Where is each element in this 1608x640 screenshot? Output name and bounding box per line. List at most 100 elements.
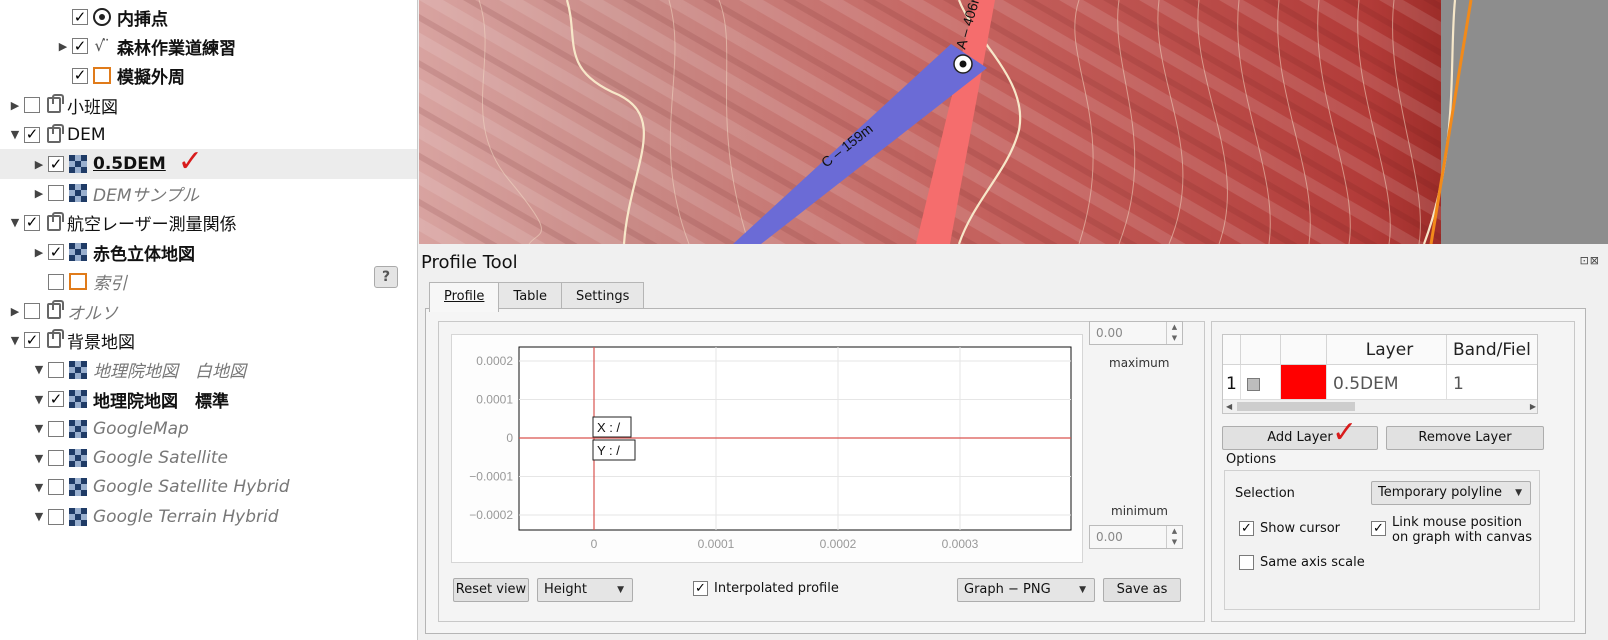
raster-layer-icon <box>69 507 87 526</box>
collapse-arrow-icon[interactable]: ▼ <box>8 128 22 141</box>
layer-visibility-checkbox[interactable] <box>24 303 40 319</box>
collapse-arrow-icon[interactable]: ▼ <box>32 422 46 435</box>
layer-visibility-checkbox[interactable]: ✓ <box>72 67 88 84</box>
collapse-arrow-icon[interactable]: ▼ <box>8 334 22 347</box>
scroll-left-icon[interactable]: ◀ <box>1226 400 1232 413</box>
vertex-marker[interactable] <box>953 54 973 74</box>
layer-visibility-checkbox[interactable] <box>48 420 64 437</box>
layer-column-header[interactable]: Layer <box>1327 335 1447 365</box>
layer-name: 赤色立体地図 <box>93 244 195 265</box>
layer-tree-item[interactable]: ▼ Google Satellite Hybrid <box>0 472 417 502</box>
remove-layer-button[interactable]: Remove Layer <box>1386 426 1544 450</box>
layer-visibility-checkbox[interactable] <box>24 97 40 114</box>
export-format-combo[interactable]: Graph − PNG ▼ <box>957 578 1095 602</box>
layer-tree-item[interactable]: ▶ DEMサンプル <box>0 178 417 208</box>
layer-tree-item[interactable]: ▼ ✓ 背景地図 <box>0 325 417 355</box>
collapse-arrow-icon[interactable]: ▼ <box>32 452 46 465</box>
row-index: 1 <box>1223 365 1241 403</box>
checkbox-icon: ✓ <box>1371 521 1386 536</box>
layer-tree-item[interactable]: ▶索引 <box>0 267 417 297</box>
collapse-arrow-icon[interactable]: ▼ <box>32 393 46 406</box>
layer-color-swatch[interactable] <box>1281 365 1326 403</box>
profile-layer-table[interactable]: Layer Band/Fiel 1 0.5DEM 1 ◀ ▶ <box>1222 334 1538 414</box>
layer-name: 地理院地図 標準 <box>93 391 229 412</box>
collapse-arrow-icon[interactable]: ▼ <box>32 363 46 376</box>
tab-profile[interactable]: Profile <box>429 282 500 312</box>
layer-visibility-checkbox[interactable] <box>1247 377 1260 391</box>
layer-tree-item[interactable]: ▶ オルソ <box>0 296 417 326</box>
layer-tree-item[interactable]: ▶ ✓ 赤色立体地図 <box>0 237 417 267</box>
maximum-spinbox[interactable]: 0.00 ▲ ▼ <box>1089 321 1183 345</box>
polygon-layer-icon <box>69 273 87 291</box>
maximum-spin-arrows[interactable]: ▲ ▼ <box>1166 322 1182 344</box>
expand-arrow-icon[interactable]: ▶ <box>8 99 22 112</box>
link-mouse-checkbox[interactable]: ✓ Link mouse position on graph with canva… <box>1371 515 1532 545</box>
graph-group: 0.0002 0.0001 0 −0.0001 −0.0002 0 0.0001 0.000… <box>438 321 1205 622</box>
layer-tree-item[interactable]: ▼ Google Terrain Hybrid <box>0 502 417 532</box>
layer-visibility-checkbox[interactable] <box>48 508 64 525</box>
relief-map[interactable]: A – 406m C – 159m <box>419 0 1608 244</box>
layer-visibility-checkbox[interactable]: ✓ <box>72 38 88 55</box>
layer-tree-item[interactable]: ▶ ✓ 0.5DEM ✓ <box>0 144 417 179</box>
band-column-header[interactable]: Band/Fiel <box>1447 335 1537 365</box>
layer-tree-item[interactable]: ▼ 地理院地図 白地図 <box>0 355 417 385</box>
reset-view-button[interactable]: Reset view <box>453 578 529 602</box>
layer-tree-item[interactable]: ▶✓内挿点 <box>0 2 417 32</box>
row-color-cell[interactable] <box>1281 365 1327 403</box>
expand-arrow-icon[interactable]: ▶ <box>56 40 70 53</box>
minimum-spin-arrows[interactable]: ▲ ▼ <box>1166 526 1182 548</box>
selection-label: Selection <box>1235 486 1295 501</box>
scroll-right-icon[interactable]: ▶ <box>1530 400 1536 413</box>
layer-name: 背景地図 <box>67 332 135 353</box>
show-cursor-checkbox[interactable]: ✓ Show cursor <box>1239 521 1340 536</box>
layer-visibility-checkbox[interactable]: ✓ <box>48 391 64 408</box>
layer-visibility-checkbox[interactable]: ✓ <box>24 332 40 349</box>
layer-visibility-checkbox[interactable]: ✓ <box>48 156 64 172</box>
layer-visibility-checkbox[interactable] <box>48 450 64 466</box>
line-layer-icon: √ ̈ <box>94 36 110 56</box>
map-canvas[interactable]: A – 406m C – 159m <box>419 0 1608 244</box>
profile-plot[interactable]: 0.00020.00010−0.0001−0.0002 0 0.0001 0.000… <box>452 335 1082 562</box>
expand-arrow-icon[interactable]: ▶ <box>32 246 46 259</box>
layer-tree-item[interactable]: ▼ Google Satellite <box>0 443 417 473</box>
layer-visibility-checkbox[interactable]: ✓ <box>24 214 40 231</box>
tab-settings[interactable]: Settings <box>561 282 645 310</box>
profile-tool-title: Profile Tool <box>421 252 518 273</box>
tab-table[interactable]: Table <box>498 282 563 310</box>
layer-tree-item[interactable]: ▶ ✓ √ ̈ 森林作業道練習 <box>0 31 417 61</box>
layer-tree-item[interactable]: ▼ ✓ DEM <box>0 120 417 150</box>
chevron-down-icon: ▼ <box>1079 585 1086 595</box>
collapse-arrow-icon[interactable]: ▼ <box>32 481 46 494</box>
scrollbar-thumb[interactable] <box>1237 402 1355 411</box>
expand-arrow-icon[interactable]: ▶ <box>32 158 46 171</box>
layer-tree-item[interactable]: ▶✓模擬外周 <box>0 61 417 91</box>
profile-graph[interactable]: 0.0002 0.0001 0 −0.0001 −0.0002 0 0.0001 0.000… <box>451 334 1083 563</box>
layer-visibility-checkbox[interactable]: ✓ <box>72 9 88 25</box>
row-visibility-cell[interactable] <box>1241 365 1281 403</box>
save-as-button[interactable]: Save as <box>1103 578 1181 602</box>
selection-combo[interactable]: Temporary polyline ▼ <box>1371 481 1531 505</box>
layer-visibility-checkbox[interactable] <box>48 361 64 378</box>
layer-visibility-checkbox[interactable] <box>48 479 64 496</box>
expand-arrow-icon[interactable]: ▶ <box>32 187 46 200</box>
layer-tree-item[interactable]: ▼ GoogleMap <box>0 414 417 444</box>
table-horizontal-scrollbar[interactable]: ◀ ▶ <box>1223 399 1537 413</box>
layer-tree-item[interactable]: ▼ ✓ 地理院地図 標準 <box>0 384 417 414</box>
layer-visibility-checkbox[interactable] <box>48 273 64 290</box>
layer-visibility-checkbox[interactable]: ✓ <box>48 244 64 261</box>
collapse-arrow-icon[interactable]: ▼ <box>8 216 22 229</box>
raster-layer-icon <box>69 360 87 379</box>
expand-arrow-icon[interactable]: ▶ <box>8 305 22 318</box>
minimum-spinbox[interactable]: 0.00 ▲ ▼ <box>1089 525 1183 549</box>
point-marker-icon <box>93 8 111 26</box>
help-icon[interactable]: ? <box>374 266 398 288</box>
layer-tree-item[interactable]: ▼ ✓ 航空レーザー測量関係 <box>0 208 417 238</box>
layer-visibility-checkbox[interactable]: ✓ <box>24 126 40 143</box>
layer-visibility-checkbox[interactable] <box>48 185 64 202</box>
dock-float-close-controls[interactable]: ⊡⊠ <box>1580 254 1600 267</box>
layer-tree-item[interactable]: ▶ 小班図 <box>0 90 417 120</box>
collapse-arrow-icon[interactable]: ▼ <box>32 510 46 523</box>
mode-combo[interactable]: Height ▼ <box>537 578 633 602</box>
interpolated-profile-checkbox[interactable]: ✓ Interpolated profile <box>693 581 839 596</box>
same-axis-scale-checkbox[interactable]: Same axis scale <box>1239 555 1365 570</box>
